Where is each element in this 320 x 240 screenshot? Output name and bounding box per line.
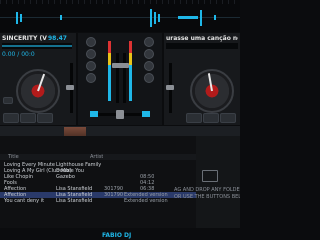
deck-right-waveform[interactable] (166, 43, 238, 49)
top-waveform[interactable] (0, 0, 240, 32)
deck-left-cue-button[interactable] (3, 113, 19, 123)
deck-left-bpm: 98.47 (48, 35, 67, 42)
column-header-title[interactable]: Title (8, 154, 19, 160)
gain-knob-left[interactable] (86, 37, 96, 47)
footer-tag: FABIO DJ (102, 232, 132, 239)
deck-left-sync-button[interactable] (37, 113, 53, 123)
deck-right-sync-button[interactable] (220, 113, 236, 123)
channel-fader-right[interactable] (119, 53, 129, 103)
deck-left: SINCERITY (V 98.47 0.00 / 00:0 (0, 33, 76, 125)
drop-zone-line1: AG AND DROP ANY FOLDER H (174, 187, 240, 193)
jogwheel-needle (207, 73, 213, 92)
eq-mid-knob-left[interactable] (86, 61, 96, 71)
jogwheel-needle (37, 73, 46, 92)
eq-high-knob-right[interactable] (144, 49, 154, 59)
deck-right-title: urasse uma canção neste conve (166, 35, 238, 42)
mixer (78, 33, 162, 125)
deck-right-jogwheel[interactable] (190, 69, 234, 113)
eq-low-knob-right[interactable] (144, 73, 154, 83)
deck-right-cue-button[interactable] (186, 113, 202, 123)
deck-right: urasse uma canção neste conve (164, 33, 240, 125)
vu-meter-left (108, 41, 111, 101)
crossfader[interactable] (98, 110, 142, 119)
deck-right-pitch-slider[interactable] (166, 63, 174, 113)
deck-left-jogwheel[interactable] (16, 69, 60, 113)
channel-fader-left[interactable] (112, 53, 122, 103)
eq-high-knob-left[interactable] (86, 49, 96, 59)
pfl-right-indicator[interactable] (142, 111, 150, 117)
column-header-artist[interactable]: Artist (90, 154, 103, 160)
drop-zone[interactable] (196, 136, 240, 228)
waveform-graphic (0, 9, 240, 27)
table-row[interactable]: You cant deny it Lisa Stansfield Extended … (0, 198, 196, 204)
browser-list: Title Artist Loving Every Minute Lighthou… (0, 136, 196, 228)
eq-low-knob-left[interactable] (86, 73, 96, 83)
deck-right-play-button[interactable] (203, 113, 219, 123)
vu-meter-right (129, 41, 132, 101)
deck-left-time: 0.00 / 00:0 (2, 51, 35, 58)
row-artist: Lisa Stansfield (56, 198, 93, 204)
pfl-left-indicator[interactable] (90, 111, 98, 117)
browser-toolbar (0, 126, 240, 145)
drop-zone-line2: OR USE THE BUTTONS BELO (174, 194, 240, 200)
deck-left-loop-button[interactable] (3, 97, 13, 104)
folder-icon (202, 170, 218, 182)
row-title: You cant deny it (4, 198, 45, 204)
deck-left-play-button[interactable] (20, 113, 36, 123)
gain-knob-right[interactable] (144, 37, 154, 47)
browser-header: Title Artist (0, 154, 196, 160)
deck-left-title: SINCERITY (V (2, 35, 47, 42)
deck-left-pitch-slider[interactable] (66, 63, 74, 113)
deck-left-waveform[interactable] (2, 43, 72, 49)
eq-mid-knob-right[interactable] (144, 61, 154, 71)
row-extra-version: Extended version (124, 198, 168, 204)
